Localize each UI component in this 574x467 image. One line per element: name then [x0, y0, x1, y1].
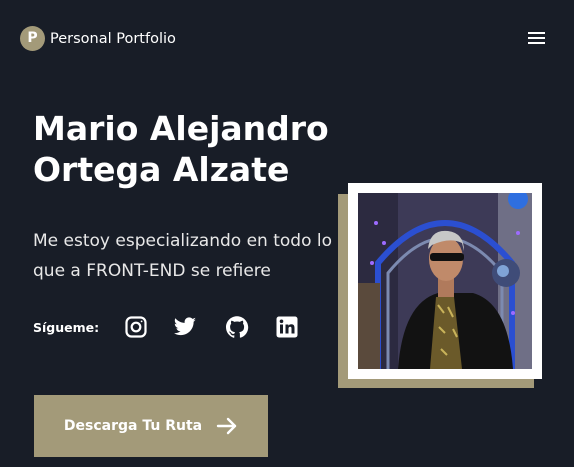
social-links: Sígueme:	[33, 313, 99, 341]
brand-link[interactable]: P Personal Portfolio	[20, 26, 176, 51]
navbar: P Personal Portfolio	[0, 0, 574, 78]
download-route-label: Descarga Tu Ruta	[63, 418, 203, 434]
hero-name: Mario Alejandro Ortega Alzate	[33, 109, 329, 189]
download-route-button[interactable]: Descarga Tu Ruta	[34, 395, 268, 457]
twitter-icon[interactable]	[173, 315, 197, 339]
profile-photo-frame	[348, 183, 542, 379]
hamburger-menu-icon[interactable]	[528, 31, 545, 45]
arrow-right-icon	[216, 417, 237, 435]
hero-tagline: Me estoy especializando en todo lo que a…	[33, 231, 333, 281]
linkedin-icon[interactable]	[275, 315, 299, 339]
menu-bar	[528, 32, 545, 34]
menu-bar	[528, 37, 545, 39]
brand-name: Personal Portfolio	[50, 30, 176, 47]
profile-photo	[358, 193, 532, 369]
github-icon[interactable]	[225, 315, 249, 339]
brand-logo: P	[20, 26, 45, 51]
menu-bar	[528, 42, 545, 44]
social-label: Sígueme:	[33, 319, 100, 335]
instagram-icon[interactable]	[124, 315, 148, 339]
